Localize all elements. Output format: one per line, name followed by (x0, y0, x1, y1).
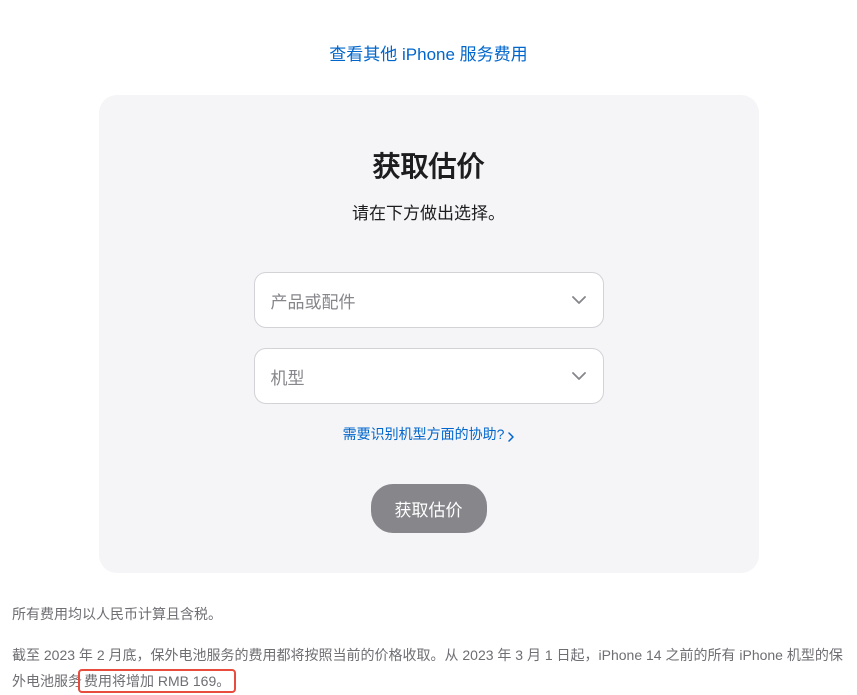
help-link-container: 需要识别机型方面的协助? (139, 424, 719, 444)
get-estimate-button[interactable]: 获取估价 (371, 484, 487, 533)
product-select-wrap: 产品或配件 (254, 272, 604, 328)
disclaimer-line-2: 截至 2023 年 2 月底，保外电池服务的费用都将按照当前的价格收取。从 20… (12, 642, 845, 695)
page-container: 查看其他 iPhone 服务费用 获取估价 请在下方做出选择。 产品或配件 机型… (0, 0, 857, 695)
price-increase-annotation: 费用将增加 RMB 169。 (78, 669, 236, 693)
identify-model-link[interactable]: 需要识别机型方面的协助? (343, 424, 515, 444)
estimate-card: 获取估价 请在下方做出选择。 产品或配件 机型 需要识别机型方面的协助? (99, 95, 759, 573)
product-select-placeholder: 产品或配件 (271, 288, 356, 313)
product-select[interactable]: 产品或配件 (254, 272, 604, 328)
model-select-wrap: 机型 (254, 348, 604, 404)
chevron-right-icon (508, 429, 514, 439)
disclaimer-section: 所有费用均以人民币计算且含税。 截至 2023 年 2 月底，保外电池服务的费用… (0, 573, 857, 695)
help-link-text: 需要识别机型方面的协助? (343, 424, 505, 444)
other-services-link[interactable]: 查看其他 iPhone 服务费用 (329, 45, 527, 64)
card-subtitle: 请在下方做出选择。 (139, 199, 719, 224)
model-select-placeholder: 机型 (271, 364, 305, 389)
card-title: 获取估价 (139, 145, 719, 185)
model-select[interactable]: 机型 (254, 348, 604, 404)
disclaimer-line-1: 所有费用均以人民币计算且含税。 (12, 601, 845, 628)
top-link-container: 查看其他 iPhone 服务费用 (0, 0, 857, 95)
